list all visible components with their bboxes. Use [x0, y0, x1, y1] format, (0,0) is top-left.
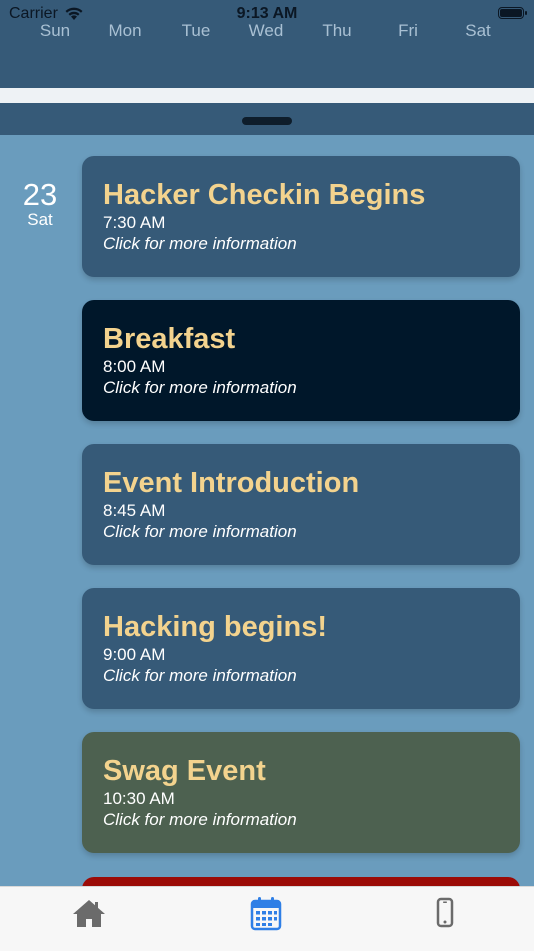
week-day-row: Sun Mon Tue Wed Thu Fri Sat: [0, 21, 534, 41]
event-time: 10:30 AM: [103, 789, 175, 808]
event-info-hint: Click for more information: [103, 378, 297, 397]
event-time: 7:30 AM: [103, 213, 166, 232]
event-card-swag-event[interactable]: Swag Event 10:30 AM Click for more infor…: [82, 732, 520, 853]
drawer-handle-bar[interactable]: [0, 103, 534, 135]
event-card-hacking-begins[interactable]: Hacking begins! 9:00 AM Click for more i…: [82, 588, 520, 709]
tab-bar: [0, 886, 534, 951]
drag-handle[interactable]: [242, 117, 292, 125]
event-card-event-introduction[interactable]: Event Introduction 8:45 AM Click for mor…: [82, 444, 520, 565]
event-info-hint: Click for more information: [103, 666, 297, 685]
weekday-thu[interactable]: Thu: [302, 21, 372, 41]
event-time: 9:00 AM: [103, 645, 166, 664]
date-number: 23: [22, 177, 58, 212]
calendar-icon[interactable]: [246, 895, 286, 931]
event-info-hint: Click for more information: [103, 522, 297, 541]
date-label: 23 Sat: [0, 178, 80, 230]
weekday-mon[interactable]: Mon: [90, 21, 160, 41]
event-title: Breakfast: [103, 323, 236, 355]
weekday-wed[interactable]: Wed: [231, 21, 301, 41]
event-card-breakfast[interactable]: Breakfast 8:00 AM Click for more informa…: [82, 300, 520, 421]
weekday-tue[interactable]: Tue: [161, 21, 231, 41]
event-info-hint: Click for more information: [103, 234, 297, 253]
event-title: Swag Event: [103, 755, 266, 787]
weekday-fri[interactable]: Fri: [373, 21, 443, 41]
event-time: 8:45 AM: [103, 501, 166, 520]
battery-icon: [498, 7, 527, 19]
event-title: Hacking begins!: [103, 611, 327, 643]
house-icon[interactable]: [69, 895, 109, 931]
weekday-sun[interactable]: Sun: [20, 21, 90, 41]
phone-icon[interactable]: [425, 895, 465, 931]
header-divider: [0, 88, 534, 103]
date-weekday: Sat: [27, 210, 53, 229]
event-info-hint: Click for more information: [103, 810, 297, 829]
event-title: Hacker Checkin Begins: [103, 179, 426, 211]
event-title: Event Introduction: [103, 467, 360, 499]
event-time: 8:00 AM: [103, 357, 166, 376]
weekday-sat[interactable]: Sat: [443, 21, 513, 41]
event-card-hacker-checkin[interactable]: Hacker Checkin Begins 7:30 AM Click for …: [82, 156, 520, 277]
header: Carrier 9:13 AM Sun Mon Tue Wed Thu Fri …: [0, 0, 534, 88]
